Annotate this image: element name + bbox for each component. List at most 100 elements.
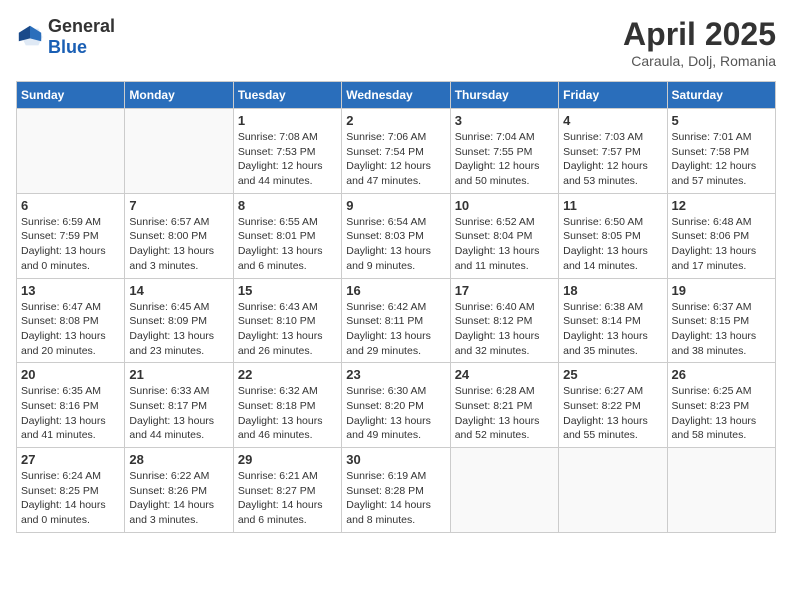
page-header: General Blue April 2025 Caraula, Dolj, R…	[16, 16, 776, 69]
day-number: 26	[672, 367, 771, 382]
calendar-cell: 13 Sunrise: 6:47 AMSunset: 8:08 PMDayligh…	[17, 278, 125, 363]
day-number: 19	[672, 283, 771, 298]
title-area: April 2025 Caraula, Dolj, Romania	[623, 16, 776, 69]
day-number: 17	[455, 283, 554, 298]
calendar-cell: 26 Sunrise: 6:25 AMSunset: 8:23 PMDayligh…	[667, 363, 775, 448]
calendar-cell	[667, 448, 775, 533]
logo: General Blue	[16, 16, 115, 58]
day-number: 20	[21, 367, 120, 382]
calendar-cell: 28 Sunrise: 6:22 AMSunset: 8:26 PMDayligh…	[125, 448, 233, 533]
day-detail: Sunrise: 7:01 AMSunset: 7:58 PMDaylight:…	[672, 130, 771, 189]
day-detail: Sunrise: 7:08 AMSunset: 7:53 PMDaylight:…	[238, 130, 337, 189]
day-detail: Sunrise: 6:57 AMSunset: 8:00 PMDaylight:…	[129, 215, 228, 274]
day-number: 8	[238, 198, 337, 213]
week-row-2: 6Sunrise: 6:59 AMSunset: 7:59 PMDaylight…	[17, 193, 776, 278]
calendar-cell: 4 Sunrise: 7:03 AMSunset: 7:57 PMDaylight…	[559, 109, 667, 194]
day-number: 12	[672, 198, 771, 213]
day-number: 2	[346, 113, 445, 128]
day-number: 27	[21, 452, 120, 467]
calendar-cell: 12 Sunrise: 6:48 AMSunset: 8:06 PMDayligh…	[667, 193, 775, 278]
day-detail: Sunrise: 6:42 AMSunset: 8:11 PMDaylight:…	[346, 300, 445, 359]
calendar-subtitle: Caraula, Dolj, Romania	[623, 53, 776, 69]
day-detail: Sunrise: 6:35 AMSunset: 8:16 PMDaylight:…	[21, 384, 120, 443]
calendar-cell: 5 Sunrise: 7:01 AMSunset: 7:58 PMDaylight…	[667, 109, 775, 194]
day-number: 16	[346, 283, 445, 298]
day-detail: Sunrise: 6:47 AMSunset: 8:08 PMDaylight:…	[21, 300, 120, 359]
day-detail: Sunrise: 6:32 AMSunset: 8:18 PMDaylight:…	[238, 384, 337, 443]
header-thursday: Thursday	[450, 82, 558, 109]
day-detail: Sunrise: 6:50 AMSunset: 8:05 PMDaylight:…	[563, 215, 662, 274]
calendar-cell: 10Sunrise: 6:52 AMSunset: 8:04 PMDayligh…	[450, 193, 558, 278]
day-number: 9	[346, 198, 445, 213]
week-row-5: 27 Sunrise: 6:24 AMSunset: 8:25 PMDayligh…	[17, 448, 776, 533]
header-tuesday: Tuesday	[233, 82, 341, 109]
day-number: 5	[672, 113, 771, 128]
calendar-cell: 9 Sunrise: 6:54 AMSunset: 8:03 PMDaylight…	[342, 193, 450, 278]
week-row-1: 1 Sunrise: 7:08 AMSunset: 7:53 PMDaylight…	[17, 109, 776, 194]
day-number: 24	[455, 367, 554, 382]
calendar-cell: 1 Sunrise: 7:08 AMSunset: 7:53 PMDaylight…	[233, 109, 341, 194]
week-row-4: 20 Sunrise: 6:35 AMSunset: 8:16 PMDayligh…	[17, 363, 776, 448]
day-detail: Sunrise: 6:33 AMSunset: 8:17 PMDaylight:…	[129, 384, 228, 443]
calendar-cell: 30 Sunrise: 6:19 AMSunset: 8:28 PMDayligh…	[342, 448, 450, 533]
day-detail: Sunrise: 6:48 AMSunset: 8:06 PMDaylight:…	[672, 215, 771, 274]
day-number: 29	[238, 452, 337, 467]
calendar-cell: 20 Sunrise: 6:35 AMSunset: 8:16 PMDayligh…	[17, 363, 125, 448]
calendar-cell: 29 Sunrise: 6:21 AMSunset: 8:27 PMDayligh…	[233, 448, 341, 533]
day-detail: Sunrise: 6:59 AMSunset: 7:59 PMDaylight:…	[21, 215, 120, 274]
logo-icon	[16, 23, 44, 51]
day-detail: Sunrise: 6:21 AMSunset: 8:27 PMDaylight:…	[238, 469, 337, 528]
logo-text: General Blue	[48, 16, 115, 58]
calendar-cell: 23 Sunrise: 6:30 AMSunset: 8:20 PMDayligh…	[342, 363, 450, 448]
calendar-cell: 18Sunrise: 6:38 AMSunset: 8:14 PMDayligh…	[559, 278, 667, 363]
day-detail: Sunrise: 6:25 AMSunset: 8:23 PMDaylight:…	[672, 384, 771, 443]
day-detail: Sunrise: 6:40 AMSunset: 8:12 PMDaylight:…	[455, 300, 554, 359]
calendar-cell: 14 Sunrise: 6:45 AMSunset: 8:09 PMDayligh…	[125, 278, 233, 363]
header-saturday: Saturday	[667, 82, 775, 109]
day-number: 22	[238, 367, 337, 382]
day-number: 28	[129, 452, 228, 467]
calendar-cell: 25 Sunrise: 6:27 AMSunset: 8:22 PMDayligh…	[559, 363, 667, 448]
calendar-cell: 16 Sunrise: 6:42 AMSunset: 8:11 PMDayligh…	[342, 278, 450, 363]
calendar-cell	[125, 109, 233, 194]
day-number: 1	[238, 113, 337, 128]
calendar-cell: 11 Sunrise: 6:50 AMSunset: 8:05 PMDayligh…	[559, 193, 667, 278]
day-detail: Sunrise: 7:04 AMSunset: 7:55 PMDaylight:…	[455, 130, 554, 189]
day-number: 7	[129, 198, 228, 213]
day-number: 25	[563, 367, 662, 382]
day-detail: Sunrise: 6:55 AMSunset: 8:01 PMDaylight:…	[238, 215, 337, 274]
calendar-cell: 22 Sunrise: 6:32 AMSunset: 8:18 PMDayligh…	[233, 363, 341, 448]
day-number: 11	[563, 198, 662, 213]
calendar-cell	[450, 448, 558, 533]
day-detail: Sunrise: 6:43 AMSunset: 8:10 PMDaylight:…	[238, 300, 337, 359]
day-number: 23	[346, 367, 445, 382]
day-number: 18	[563, 283, 662, 298]
day-number: 21	[129, 367, 228, 382]
day-detail: Sunrise: 6:22 AMSunset: 8:26 PMDaylight:…	[129, 469, 228, 528]
day-detail: Sunrise: 6:52 AMSunset: 8:04 PMDaylight:…	[455, 215, 554, 274]
day-number: 4	[563, 113, 662, 128]
day-number: 30	[346, 452, 445, 467]
day-detail: Sunrise: 6:37 AMSunset: 8:15 PMDaylight:…	[672, 300, 771, 359]
day-detail: Sunrise: 6:30 AMSunset: 8:20 PMDaylight:…	[346, 384, 445, 443]
day-detail: Sunrise: 7:03 AMSunset: 7:57 PMDaylight:…	[563, 130, 662, 189]
day-detail: Sunrise: 6:28 AMSunset: 8:21 PMDaylight:…	[455, 384, 554, 443]
day-detail: Sunrise: 6:54 AMSunset: 8:03 PMDaylight:…	[346, 215, 445, 274]
day-detail: Sunrise: 6:19 AMSunset: 8:28 PMDaylight:…	[346, 469, 445, 528]
day-number: 13	[21, 283, 120, 298]
calendar-table: Sunday Monday Tuesday Wednesday Thursday…	[16, 81, 776, 533]
logo-general: General	[48, 16, 115, 36]
day-detail: Sunrise: 6:45 AMSunset: 8:09 PMDaylight:…	[129, 300, 228, 359]
header-sunday: Sunday	[17, 82, 125, 109]
calendar-cell: 24 Sunrise: 6:28 AMSunset: 8:21 PMDayligh…	[450, 363, 558, 448]
calendar-cell: 8 Sunrise: 6:55 AMSunset: 8:01 PMDaylight…	[233, 193, 341, 278]
calendar-cell: 2Sunrise: 7:06 AMSunset: 7:54 PMDaylight…	[342, 109, 450, 194]
logo-blue: Blue	[48, 37, 87, 57]
calendar-cell: 21 Sunrise: 6:33 AMSunset: 8:17 PMDayligh…	[125, 363, 233, 448]
calendar-cell	[559, 448, 667, 533]
calendar-cell: 6Sunrise: 6:59 AMSunset: 7:59 PMDaylight…	[17, 193, 125, 278]
day-number: 3	[455, 113, 554, 128]
day-detail: Sunrise: 6:27 AMSunset: 8:22 PMDaylight:…	[563, 384, 662, 443]
day-detail: Sunrise: 6:24 AMSunset: 8:25 PMDaylight:…	[21, 469, 120, 528]
day-number: 14	[129, 283, 228, 298]
